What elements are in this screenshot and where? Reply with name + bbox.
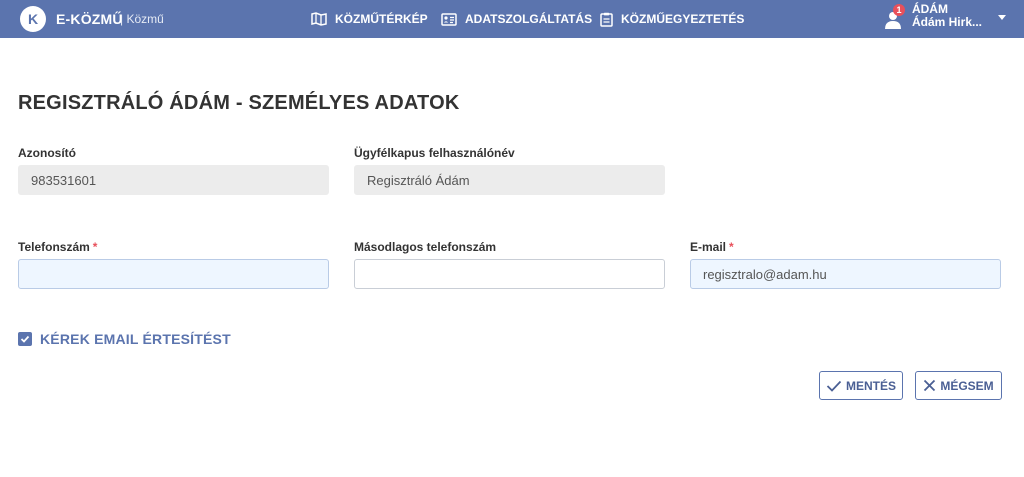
page-title: REGISZTRÁLÓ ÁDÁM - SZEMÉLYES ADATOK — [18, 92, 460, 114]
email-label-text: E-mail — [690, 240, 727, 254]
nav-item-label: KÖZMŰEGYEZTETÉS — [621, 12, 745, 26]
app-subtitle: | Közmű — [120, 12, 164, 26]
save-button-label: MENTÉS — [845, 378, 896, 393]
app-logo[interactable]: K — [20, 6, 46, 32]
required-mark: * — [92, 240, 98, 254]
cancel-button[interactable]: MÉGSEM — [915, 371, 1002, 400]
email-notification-checkbox[interactable]: KÉREK EMAIL ÉRTESÍTÉST — [18, 331, 231, 347]
clipboard-icon — [600, 12, 613, 27]
phone-label-text: Telefonszám — [18, 240, 90, 254]
close-icon — [924, 379, 936, 392]
nav-item-utility-coordination[interactable]: KÖZMŰEGYEZTETÉS — [600, 0, 744, 38]
notification-badge: 1 — [892, 4, 905, 16]
secondary-phone-label: Másodlagos telefonszám — [354, 240, 497, 254]
gateway-username-label: Ügyfélkapus felhasználónév — [354, 146, 515, 160]
nav-item-label: ADATSZOLGÁLTATÁS — [465, 12, 593, 26]
email-notification-label[interactable]: KÉREK EMAIL ÉRTESÍTÉST — [40, 331, 231, 347]
id-label: Azonosító — [18, 146, 76, 160]
nav-item-utility-map[interactable]: KÖZMŰTÉRKÉP — [311, 0, 428, 38]
nav-item-label: KÖZMŰTÉRKÉP — [335, 12, 428, 26]
user-icon: 1 — [884, 4, 905, 31]
secondary-phone-field[interactable] — [354, 259, 665, 289]
check-icon — [826, 380, 842, 392]
user-menu[interactable]: 1 ÁDÁM Ádám Hirk... — [884, 3, 1006, 35]
cancel-button-label: MÉGSEM — [940, 378, 994, 393]
user-full-name: Ádám Hirk... — [911, 15, 982, 29]
save-button[interactable]: MENTÉS — [819, 371, 903, 400]
chevron-down-icon — [998, 15, 1006, 20]
id-card-icon — [441, 12, 457, 26]
email-label: E-mail * — [690, 240, 734, 254]
phone-field[interactable] — [18, 259, 329, 289]
phone-label: Telefonszám * — [18, 240, 97, 254]
nav-item-data-service[interactable]: ADATSZOLGÁLTATÁS — [441, 0, 592, 38]
top-bar: K E-KÖZMŰ | Közmű KÖZMŰTÉRKÉP ADATSZOLGÁ… — [0, 0, 1024, 38]
app-name[interactable]: E-KÖZMŰ — [56, 11, 123, 27]
map-icon — [311, 12, 327, 26]
id-field — [18, 165, 329, 195]
required-mark: * — [729, 240, 734, 254]
gateway-username-field — [354, 165, 665, 195]
email-field[interactable] — [690, 259, 1001, 289]
checkbox-checked-icon[interactable] — [18, 332, 32, 346]
